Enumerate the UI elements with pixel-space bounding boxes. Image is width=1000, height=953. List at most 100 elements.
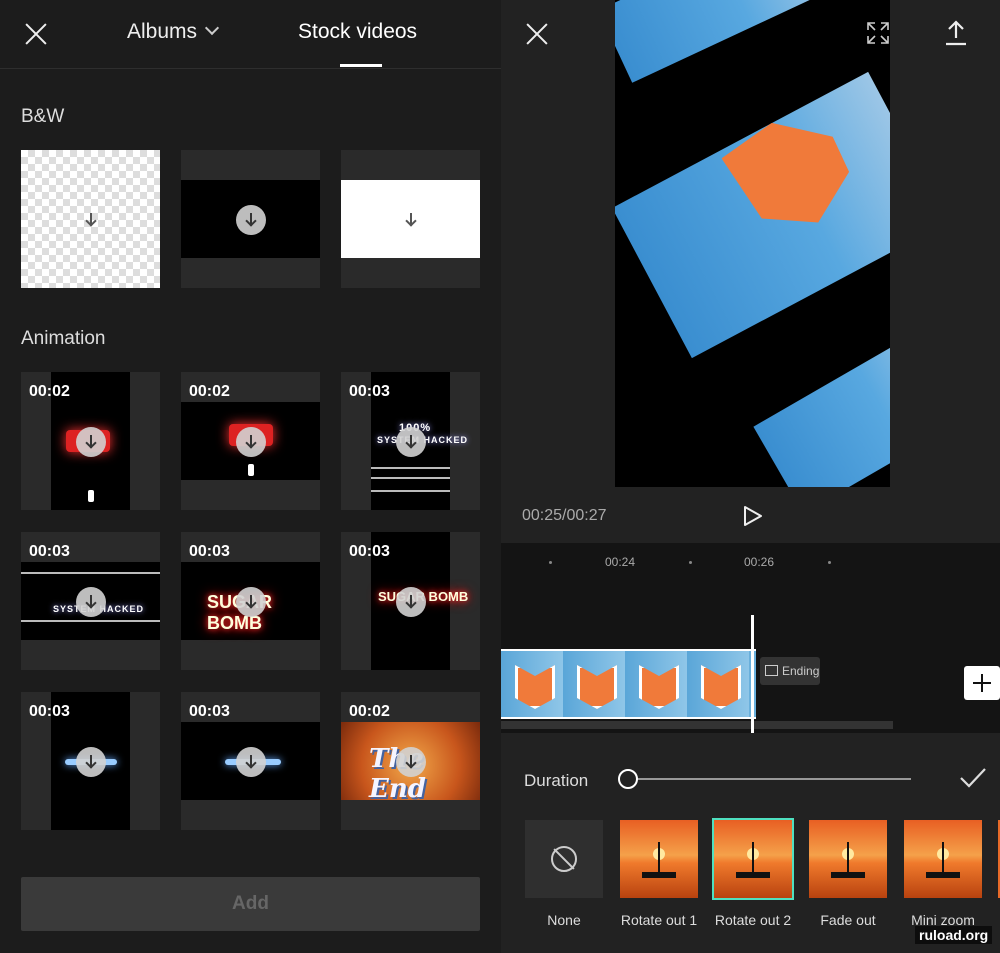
tab-stock-videos[interactable]: Stock videos <box>298 20 417 44</box>
sunset-thumb-selected <box>712 818 794 900</box>
duration-badge: 00:03 <box>29 543 70 560</box>
play-icon[interactable] <box>743 505 763 532</box>
download-icon[interactable] <box>396 205 426 235</box>
fullscreen-icon[interactable] <box>867 22 889 44</box>
video-clip-strip[interactable] <box>501 649 756 719</box>
animation-option-rotate-out-2[interactable]: Rotate out 2 <box>712 818 794 928</box>
sunset-thumb <box>809 820 887 898</box>
confirm-check-icon[interactable] <box>959 767 986 788</box>
chevron-down-icon <box>204 20 220 36</box>
boat-graphic <box>926 872 960 878</box>
download-icon[interactable] <box>396 587 426 617</box>
download-icon[interactable] <box>236 427 266 457</box>
duration-slider-thumb[interactable] <box>618 769 638 789</box>
bw-transparent-tile[interactable] <box>21 150 160 288</box>
animation-option-label: Fade out <box>820 912 876 928</box>
mast-graphic <box>658 842 660 874</box>
boat-graphic <box>642 872 676 878</box>
ending-clip[interactable]: Ending <box>760 657 820 685</box>
download-icon[interactable] <box>76 587 106 617</box>
animation-tile[interactable]: SUGAR BOMB 00:03 <box>181 532 320 670</box>
clip-shield-graphic <box>701 665 741 709</box>
glitch-line <box>371 490 450 492</box>
prohibit-icon <box>551 846 577 872</box>
download-icon[interactable] <box>236 747 266 777</box>
animation-tile[interactable]: 100% SYSTEM HACKED 00:03 <box>341 372 480 510</box>
timeline[interactable]: 00:24 00:26 Ending <box>501 543 1000 733</box>
mast-graphic <box>752 842 754 874</box>
duration-badge: 00:03 <box>349 543 390 560</box>
none-thumb <box>525 820 603 898</box>
animation-tile[interactable]: SYSTEM HACKED 00:03 <box>21 532 160 670</box>
timeline-dot <box>549 561 552 564</box>
animation-tile[interactable]: 00:03 <box>181 692 320 830</box>
charger-graphic <box>248 464 254 476</box>
add-clip-button[interactable] <box>964 666 1000 700</box>
clip-shield-graphic <box>577 665 617 709</box>
timeline-tick-label: 00:24 <box>605 555 636 569</box>
section-title-bw: B&W <box>21 106 65 127</box>
download-icon[interactable] <box>76 747 106 777</box>
timeline-tick-label: 00:26 <box>744 555 775 569</box>
download-icon[interactable] <box>236 205 266 235</box>
bw-black-tile[interactable] <box>181 150 320 288</box>
timeline-dot <box>828 561 831 564</box>
export-icon[interactable] <box>945 20 967 46</box>
glitch-line <box>371 467 450 469</box>
editor-panel: 00:25/00:27 00:24 00:26 Ending Duration … <box>501 0 1000 953</box>
preview-slab <box>615 0 832 83</box>
download-icon[interactable] <box>396 747 426 777</box>
preview-slab <box>615 71 890 359</box>
mast-graphic <box>847 842 849 874</box>
duration-badge: 00:03 <box>349 383 390 400</box>
download-icon[interactable] <box>236 587 266 617</box>
bw-white-tile[interactable] <box>341 150 480 288</box>
animation-tile[interactable]: SUGAR BOMB 00:03 <box>341 532 480 670</box>
albums-dropdown[interactable]: Albums <box>127 20 220 44</box>
animation-option-fade-out[interactable]: Fade out <box>809 820 887 928</box>
duration-badge: 00:02 <box>189 383 230 400</box>
add-button[interactable]: Add <box>21 877 480 931</box>
download-icon[interactable] <box>76 427 106 457</box>
duration-badge: 00:03 <box>189 543 230 560</box>
sunset-thumb <box>904 820 982 898</box>
animation-option-mini-zoom[interactable]: Mini zoom <box>904 820 982 928</box>
section-title-animation: Animation <box>21 328 106 349</box>
glitch-line <box>371 477 450 479</box>
download-icon[interactable] <box>396 427 426 457</box>
preview-slab <box>753 326 890 487</box>
duration-badge: 00:02 <box>349 703 390 720</box>
picker-header: Albums Stock videos <box>0 0 501 69</box>
clip-shield-graphic <box>515 665 555 709</box>
download-icon[interactable] <box>76 205 106 235</box>
animation-tile[interactable]: 00:03 <box>21 692 160 830</box>
animation-tile[interactable]: 00:02 <box>181 372 320 510</box>
close-icon[interactable] <box>24 22 48 46</box>
animation-tile[interactable]: The End 00:02 <box>341 692 480 830</box>
animation-option-label: None <box>547 912 581 928</box>
duration-slider-track[interactable] <box>628 778 911 780</box>
boat-graphic <box>831 872 865 878</box>
animation-panel: Duration None Rotate out 1 Rotate out 2 … <box>501 733 1000 953</box>
animation-tile[interactable]: 00:02 <box>21 372 160 510</box>
watermark: ruload.org <box>915 926 993 944</box>
glitch-line <box>21 620 160 622</box>
clip-frame <box>501 651 563 717</box>
video-preview <box>615 0 890 487</box>
close-icon[interactable] <box>525 22 549 46</box>
charger-graphic <box>88 490 94 502</box>
duration-badge: 00:02 <box>29 383 70 400</box>
audio-track <box>501 721 893 729</box>
animation-option-label: Rotate out 1 <box>620 912 698 928</box>
clip-shield-graphic <box>639 665 679 709</box>
animation-option-rotate-out-1[interactable]: Rotate out 1 <box>620 820 698 928</box>
timeline-dot <box>689 561 692 564</box>
animation-option-label: Rotate out 2 <box>714 912 792 928</box>
clip-frame <box>563 651 625 717</box>
duration-badge: 00:03 <box>29 703 70 720</box>
animation-option-none[interactable]: None <box>525 820 603 928</box>
active-tab-indicator <box>340 64 382 67</box>
time-readout: 00:25/00:27 <box>522 507 607 524</box>
playhead[interactable] <box>751 615 754 733</box>
clip-frame <box>625 651 687 717</box>
